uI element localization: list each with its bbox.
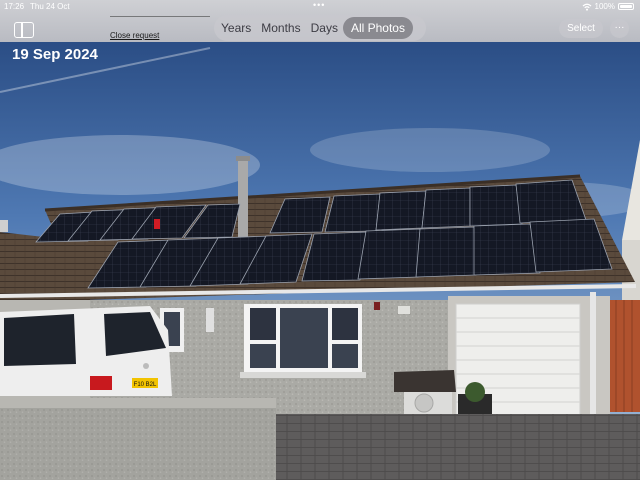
status-right: 100% [582, 2, 634, 11]
request-divider [110, 16, 210, 17]
view-segmented-control: Years Months Days All Photos [214, 15, 426, 41]
house-photo[interactable]: F10 B2L [0, 0, 640, 480]
status-time: 17:26 [4, 2, 25, 11]
wifi-icon [582, 3, 591, 11]
tab-all-photos[interactable]: All Photos [342, 17, 413, 39]
status-bar: 17:26 Thu 24 Oct ••• 100% [0, 0, 640, 14]
tab-days[interactable]: Days [306, 17, 343, 39]
battery-icon [618, 3, 634, 10]
status-date: Thu 24 Oct [30, 2, 70, 11]
multitasking-indicator[interactable]: ••• [313, 0, 325, 10]
tab-years[interactable]: Years [216, 17, 256, 39]
van-plate: F10 B2L [134, 382, 157, 388]
select-button[interactable]: Select [559, 19, 603, 38]
sidebar-toggle-icon[interactable] [14, 22, 34, 38]
close-request-link[interactable]: Close request [110, 31, 159, 40]
photo-date-label: 19 Sep 2024 [12, 46, 98, 63]
tab-months[interactable]: Months [256, 17, 305, 39]
battery-percent: 100% [594, 2, 615, 11]
more-options-button[interactable]: ··· [610, 19, 629, 38]
